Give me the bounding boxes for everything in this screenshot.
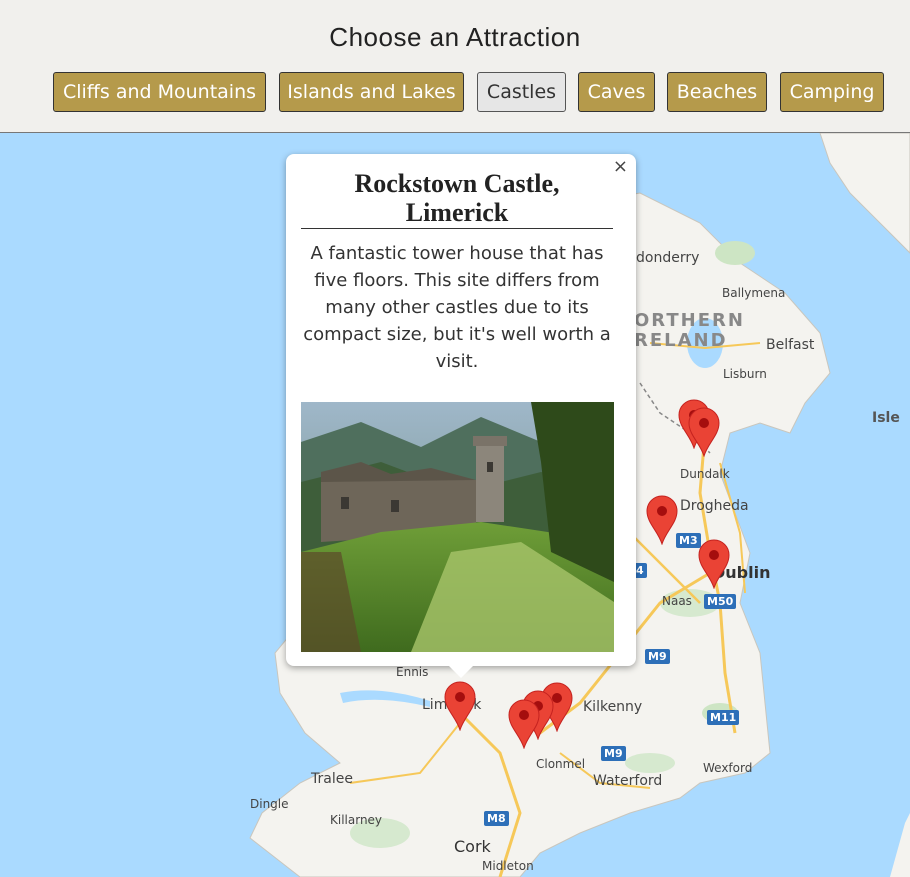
place-label-dundalk: Dundalk — [680, 467, 730, 481]
place-label-lisburn: Lisburn — [723, 367, 767, 381]
place-label-derry: donderry — [636, 250, 700, 266]
place-label-clonmel: Clonmel — [536, 757, 586, 771]
page-title: Choose an Attraction — [329, 22, 581, 52]
place-label-dingle: Dingle — [250, 797, 289, 811]
category-button-caves[interactable]: Caves — [578, 72, 655, 112]
category-button-islands-and-lakes[interactable]: Islands and Lakes — [279, 72, 464, 112]
castle-marker-rockstown[interactable] — [444, 681, 476, 731]
road-shield-m50: M50 — [704, 594, 737, 609]
close-icon[interactable]: × — [613, 156, 628, 177]
road-shield-m8: M8 — [484, 811, 509, 826]
place-label-belfast: Belfast — [766, 337, 815, 353]
info-window-title: Rockstown Castle, Limerick — [301, 169, 613, 229]
place-label-drogheda: Drogheda — [680, 498, 749, 514]
info-window-description: A fantastic tower house that has five fl… — [303, 243, 611, 372]
category-button-beaches[interactable]: Beaches — [667, 72, 767, 112]
place-label-northern: ORTHERN — [634, 310, 745, 331]
castle-marker[interactable] — [698, 539, 730, 589]
category-button-camping[interactable]: Camping — [780, 72, 884, 112]
place-label-ballymena: Ballymena — [722, 286, 786, 300]
road-shield-m9-south: M9 — [601, 746, 626, 761]
place-label-killarney: Killarney — [330, 813, 383, 827]
place-label-tralee: Tralee — [311, 771, 353, 787]
castle-marker[interactable] — [646, 495, 678, 545]
info-window: × Rockstown Castle, Limerick A fantastic… — [286, 154, 636, 678]
header: Choose an Attraction Cliffs and Mountain… — [0, 0, 910, 133]
road-shield-m3: M3 — [676, 533, 701, 548]
castle-marker[interactable] — [508, 699, 540, 749]
castle-photo — [301, 402, 614, 652]
category-button-cliffs-and-mountains[interactable]: Cliffs and Mountains — [53, 72, 266, 112]
place-label-isle: Isle — [872, 410, 900, 426]
castle-marker[interactable] — [688, 407, 720, 457]
place-label-ireland: RELAND — [634, 330, 728, 351]
place-label-midleton: Midleton — [482, 859, 534, 873]
category-button-castles[interactable]: Castles — [477, 72, 566, 112]
place-label-cork: Cork — [454, 837, 491, 856]
place-label-kilkenny: Kilkenny — [583, 699, 643, 715]
road-shield-m9: M9 — [645, 649, 670, 664]
place-label-ennis: Ennis — [396, 665, 429, 679]
place-label-naas: Naas — [662, 594, 692, 608]
info-window-pointer — [448, 665, 474, 678]
place-label-wexford: Wexford — [703, 761, 753, 775]
place-label-waterford: Waterford — [593, 773, 663, 789]
road-shield-m11: M11 — [707, 710, 740, 725]
